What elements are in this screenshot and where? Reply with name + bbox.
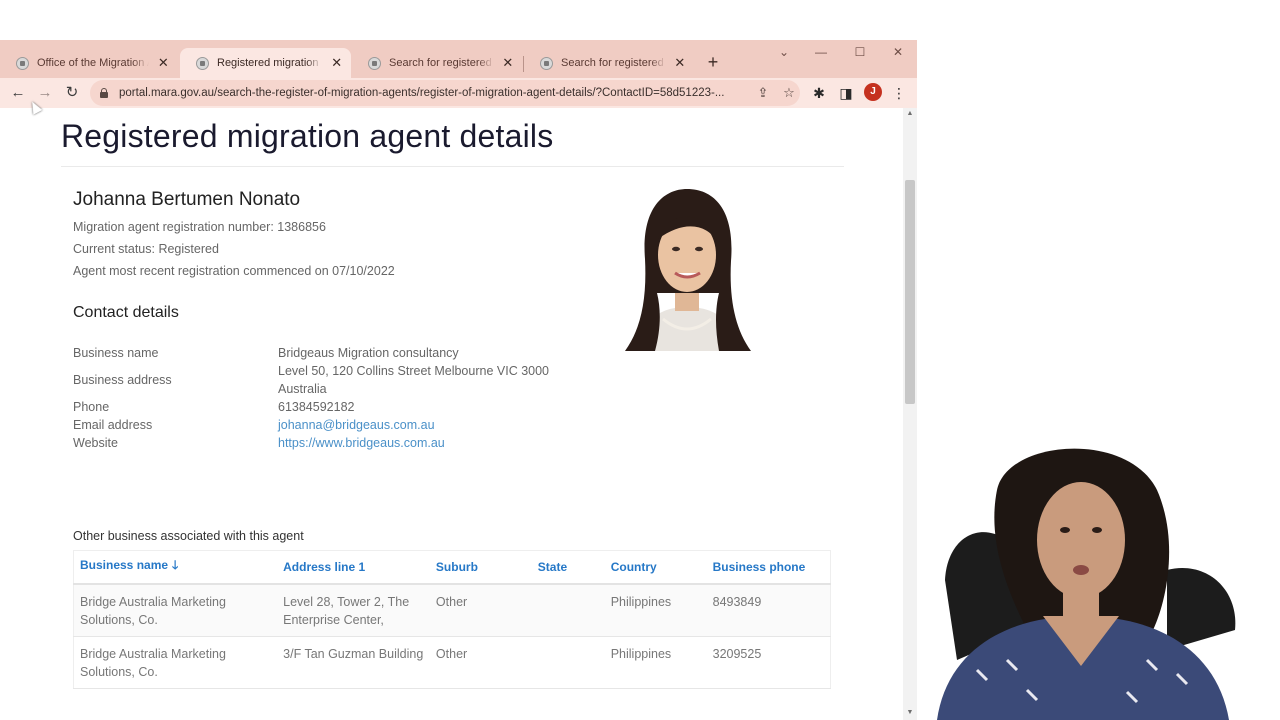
cell-text: Enterprise Center,: [283, 612, 384, 627]
divider: [61, 166, 844, 167]
cell-country: Philippines: [604, 583, 707, 637]
tab-strip: Office of the Migration Agents Registrat…: [0, 40, 917, 78]
close-icon[interactable]: ✕: [502, 55, 514, 71]
column-header-label[interactable]: Business name: [80, 558, 168, 572]
extensions-icon[interactable]: ✱: [810, 84, 828, 102]
agent-name: Johanna Bertumen Nonato: [73, 189, 301, 210]
cell-country: Philippines: [604, 636, 707, 689]
star-icon[interactable]: ☆: [781, 85, 797, 101]
browser-window: Office of the Migration Agents Registrat…: [0, 40, 917, 720]
other-business-heading: Other business associated with this agen…: [73, 529, 304, 543]
cell-state: [531, 636, 605, 689]
email-link[interactable]: johanna@bridgeaus.com.au: [278, 418, 435, 432]
maximize-icon[interactable]: ☐: [852, 45, 868, 59]
tab-title: Registered migration agent details: [217, 57, 322, 69]
phone-value: 61384592182: [278, 400, 355, 414]
tab-mara-home[interactable]: Office of the Migration Agents Registrat…: [0, 48, 178, 78]
cell-text: Solutions, Co.: [80, 612, 158, 627]
side-panel-icon[interactable]: ◨: [837, 84, 855, 102]
cell-phone: 8493849: [706, 583, 831, 637]
close-icon[interactable]: ✕: [890, 45, 906, 59]
table-row: Bridge Australia Marketing Solutions, Co.…: [73, 583, 831, 637]
scrollbar-thumb[interactable]: [905, 180, 915, 404]
table-header-row: Business name 🡓 Address line 1 Suburb Sta…: [73, 550, 831, 585]
current-status: Current status: Registered: [73, 242, 219, 256]
more-options-icon[interactable]: ⋮: [890, 84, 908, 102]
lock-icon[interactable]: [100, 88, 108, 98]
forward-arrow-icon[interactable]: →: [35, 83, 55, 103]
site-favicon-icon: [540, 56, 553, 70]
cell-address: 3/F Tan Guzman Building: [277, 636, 430, 689]
business-address-label: Business address: [73, 373, 172, 387]
column-header-country[interactable]: Country: [604, 550, 707, 585]
site-favicon-icon: [196, 56, 209, 70]
share-icon[interactable]: ⇪: [755, 85, 771, 101]
website-label: Website: [73, 436, 118, 450]
close-icon[interactable]: ✕: [157, 55, 170, 71]
column-header-suburb[interactable]: Suburb: [429, 550, 532, 585]
contact-details-heading: Contact details: [73, 304, 179, 321]
vertical-scrollbar[interactable]: ▲ ▼: [903, 108, 917, 720]
browser-toolbar: ← → ↻ portal.mara.gov.au/search-the-regi…: [0, 78, 917, 108]
back-arrow-icon[interactable]: ←: [8, 83, 28, 103]
cell-business-name: Bridge Australia Marketing Solutions, Co.: [73, 583, 278, 637]
scroll-up-arrow-icon[interactable]: ▲: [906, 110, 914, 117]
cell-text: Level 28, Tower 2, The: [283, 594, 410, 609]
business-name-value: Bridgeaus Migration consultancy: [278, 346, 459, 360]
tab-search-agents-2[interactable]: Search for registered migration agents ✕: [524, 48, 694, 78]
webcam-overlay: [917, 430, 1280, 720]
cell-address: Level 28, Tower 2, The Enterprise Center,: [277, 583, 430, 637]
cell-suburb: Other: [429, 583, 532, 637]
table-row: Bridge Australia Marketing Solutions, Co.…: [73, 636, 831, 689]
close-icon[interactable]: ✕: [330, 55, 343, 71]
column-header-address[interactable]: Address line 1: [277, 550, 430, 585]
page-content: Registered migration agent details Johan…: [0, 108, 903, 720]
other-business-table: Business name 🡓 Address line 1 Suburb Sta…: [73, 550, 831, 689]
website-link[interactable]: https://www.bridgeaus.com.au: [278, 436, 445, 450]
site-favicon-icon: [368, 56, 381, 70]
close-icon[interactable]: ✕: [674, 55, 686, 71]
agent-photo: [611, 189, 764, 351]
cell-phone: 3209525: [706, 636, 831, 689]
address-bar[interactable]: portal.mara.gov.au/search-the-register-o…: [90, 80, 800, 106]
scroll-down-arrow-icon[interactable]: ▼: [906, 709, 914, 716]
business-address-line1: Level 50, 120 Collins Street Melbourne V…: [278, 364, 549, 378]
reload-icon[interactable]: ↻: [62, 83, 82, 103]
column-header-business-name[interactable]: Business name 🡓: [73, 550, 278, 585]
registration-commenced: Agent most recent registration commenced…: [73, 264, 395, 278]
cell-text: Bridge Australia Marketing: [80, 594, 226, 609]
tab-title: Office of the Migration Agents Registrat…: [37, 57, 149, 69]
plus-icon[interactable]: +: [704, 52, 722, 72]
page-title: Registered migration agent details: [61, 118, 554, 154]
tab-title: Search for registered migration agents: [561, 57, 666, 69]
tab-title: Search for registered migration agents: [389, 57, 494, 69]
sort-down-arrow-icon[interactable]: 🡓: [172, 558, 178, 572]
phone-label: Phone: [73, 400, 110, 414]
cell-text: Bridge Australia Marketing: [80, 646, 226, 661]
email-label: Email address: [73, 418, 153, 432]
tab-search-agents[interactable]: Search for registered migration agents ✕: [352, 48, 522, 78]
minimize-icon[interactable]: —: [813, 45, 829, 59]
cell-business-name: Bridge Australia Marketing Solutions, Co.: [73, 636, 278, 689]
tab-agent-details[interactable]: Registered migration agent details ✕: [180, 48, 351, 78]
chevron-down-icon[interactable]: ⌄: [776, 45, 792, 59]
column-header-state[interactable]: State: [531, 550, 605, 585]
site-favicon-icon: [16, 56, 29, 70]
cell-state: [531, 583, 605, 637]
cell-suburb: Other: [429, 636, 532, 689]
column-header-business-phone[interactable]: Business phone: [706, 550, 831, 585]
business-name-label: Business name: [73, 346, 159, 360]
cell-text: 3/F Tan Guzman Building: [283, 646, 424, 661]
business-address-line2: Australia: [278, 382, 327, 396]
cell-text: Solutions, Co.: [80, 664, 158, 679]
registration-number: Migration agent registration number: 138…: [73, 220, 326, 234]
avatar[interactable]: J: [864, 83, 882, 101]
url-text[interactable]: portal.mara.gov.au/search-the-register-o…: [119, 87, 745, 99]
